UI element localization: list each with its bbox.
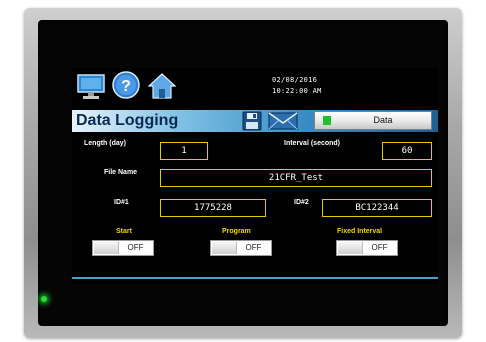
start-toggle-knob <box>94 242 119 254</box>
data-button[interactable]: Data <box>314 111 432 130</box>
data-button-label: Data <box>373 115 393 125</box>
id2-field[interactable]: BC122344 <box>322 199 432 217</box>
monitor-icon[interactable] <box>77 74 105 100</box>
bottom-divider <box>72 277 438 279</box>
page-title: Data Logging <box>76 112 179 129</box>
fixed-interval-toggle-knob <box>338 242 363 254</box>
id1-field[interactable]: 1775228 <box>160 199 266 217</box>
program-toggle-state: OFF <box>245 243 262 252</box>
fixed-interval-toggle[interactable]: OFF <box>336 240 398 256</box>
title-bar: Data Logging Data <box>72 110 438 132</box>
interval-field[interactable]: 60 <box>382 142 432 160</box>
datetime-display: 02/08/2016 10:22:00 AM <box>272 75 322 97</box>
length-field[interactable]: 1 <box>160 142 208 160</box>
power-indicator-light <box>41 296 47 302</box>
length-label: Length (day) <box>84 140 126 147</box>
file-name-label: File Name <box>104 169 138 176</box>
home-icon[interactable] <box>148 73 176 99</box>
fixed-interval-toggle-state: OFF <box>371 243 388 252</box>
fixed-interval-label: Fixed Interval <box>337 228 383 235</box>
id1-label: ID#1 <box>114 199 129 206</box>
id2-label: ID#2 <box>294 199 309 206</box>
hmi-screen: ? 02/08/2016 10:22:00 AM Data Logging Da… <box>72 68 438 284</box>
start-toggle-state: OFF <box>127 243 144 252</box>
date-text: 02/08/2016 <box>272 76 318 84</box>
start-label: Start <box>116 228 132 235</box>
interval-label: Interval (second) <box>284 140 341 147</box>
save-icon[interactable] <box>242 111 262 131</box>
file-name-field[interactable]: 21CFR_Test <box>160 169 432 187</box>
program-label: Program <box>222 228 251 235</box>
program-toggle[interactable]: OFF <box>210 240 272 256</box>
program-toggle-knob <box>212 242 237 254</box>
svg-text:?: ? <box>121 78 131 95</box>
time-text: 10:22:00 AM <box>272 87 322 95</box>
mail-icon[interactable] <box>268 112 298 130</box>
data-status-indicator <box>323 116 331 125</box>
help-icon[interactable]: ? <box>112 71 140 99</box>
start-toggle[interactable]: OFF <box>92 240 154 256</box>
